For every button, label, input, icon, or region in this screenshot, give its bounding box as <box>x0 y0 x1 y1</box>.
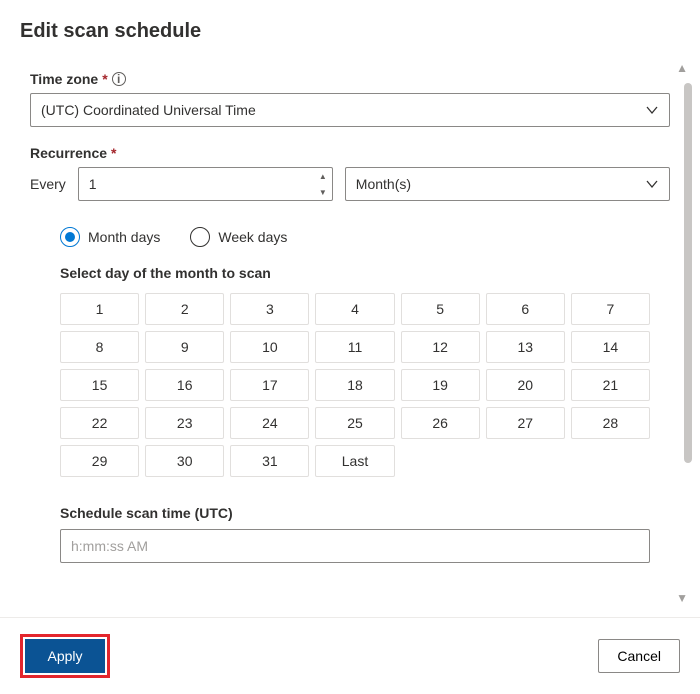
day-cell[interactable]: 6 <box>486 293 565 325</box>
spinner-down-icon[interactable]: ▼ <box>314 184 332 200</box>
day-cell[interactable]: 22 <box>60 407 139 439</box>
dialog-title: Edit scan schedule <box>0 0 700 53</box>
day-cell[interactable]: 1 <box>60 293 139 325</box>
radio-unselected-icon <box>190 227 210 247</box>
day-cell[interactable]: 10 <box>230 331 309 363</box>
timezone-select[interactable]: (UTC) Coordinated Universal Time <box>30 93 670 127</box>
day-cell[interactable]: 23 <box>145 407 224 439</box>
day-cell[interactable]: 28 <box>571 407 650 439</box>
spinner-up-icon[interactable]: ▲ <box>314 168 332 184</box>
scan-time-label: Schedule scan time (UTC) <box>60 505 670 521</box>
recurrence-unit-select[interactable]: Month(s) <box>345 167 670 201</box>
timezone-value: (UTC) Coordinated Universal Time <box>41 102 256 118</box>
chevron-down-icon <box>645 177 659 191</box>
radio-selected-icon <box>60 227 80 247</box>
day-cell[interactable]: 25 <box>315 407 394 439</box>
month-days-label: Month days <box>88 229 160 245</box>
recurrence-label: Recurrence * <box>30 145 670 161</box>
day-cell[interactable]: 12 <box>401 331 480 363</box>
day-grid: 1 2 3 4 5 6 7 8 9 10 11 12 13 14 15 16 1… <box>60 293 650 477</box>
scroll-down-arrow-icon[interactable]: ▼ <box>676 591 688 605</box>
day-cell[interactable]: 15 <box>60 369 139 401</box>
chevron-down-icon <box>645 103 659 117</box>
recurrence-count-input[interactable]: 1 ▲ ▼ <box>78 167 333 201</box>
week-days-radio[interactable]: Week days <box>190 227 287 247</box>
recurrence-unit-value: Month(s) <box>356 176 411 192</box>
recurrence-count-value: 1 <box>89 176 97 192</box>
day-cell[interactable]: 20 <box>486 369 565 401</box>
apply-highlight: Apply <box>20 634 110 678</box>
month-days-radio[interactable]: Month days <box>60 227 160 247</box>
day-cell[interactable]: 16 <box>145 369 224 401</box>
timezone-label: Time zone * i <box>30 71 670 87</box>
day-cell[interactable]: 31 <box>230 445 309 477</box>
week-days-label: Week days <box>218 229 287 245</box>
apply-button[interactable]: Apply <box>25 639 105 673</box>
day-cell[interactable]: 9 <box>145 331 224 363</box>
info-icon[interactable]: i <box>112 72 126 86</box>
day-cell[interactable]: 7 <box>571 293 650 325</box>
every-label: Every <box>30 176 66 192</box>
day-cell[interactable]: 17 <box>230 369 309 401</box>
recurrence-label-text: Recurrence <box>30 145 107 161</box>
day-cell[interactable]: 4 <box>315 293 394 325</box>
day-cell[interactable]: 30 <box>145 445 224 477</box>
day-cell[interactable]: 21 <box>571 369 650 401</box>
required-asterisk: * <box>102 71 107 87</box>
day-cell[interactable]: 13 <box>486 331 565 363</box>
day-cell[interactable]: 3 <box>230 293 309 325</box>
day-cell[interactable]: 27 <box>486 407 565 439</box>
scroll-up-arrow-icon[interactable]: ▲ <box>676 61 688 75</box>
scrollbar-track[interactable] <box>684 83 692 583</box>
day-cell[interactable]: 18 <box>315 369 394 401</box>
day-cell[interactable]: 8 <box>60 331 139 363</box>
scrollbar-thumb[interactable] <box>684 83 692 463</box>
day-cell[interactable]: 26 <box>401 407 480 439</box>
day-cell[interactable]: 14 <box>571 331 650 363</box>
day-cell[interactable]: 2 <box>145 293 224 325</box>
day-cell[interactable]: 29 <box>60 445 139 477</box>
cancel-button[interactable]: Cancel <box>598 639 680 673</box>
timezone-label-text: Time zone <box>30 71 98 87</box>
required-asterisk: * <box>111 145 116 161</box>
dialog-footer: Apply Cancel <box>0 617 700 694</box>
day-cell[interactable]: 19 <box>401 369 480 401</box>
select-day-heading: Select day of the month to scan <box>60 265 670 281</box>
day-cell[interactable]: 24 <box>230 407 309 439</box>
day-cell[interactable]: 11 <box>315 331 394 363</box>
form-scroll-area: Time zone * i (UTC) Coordinated Universa… <box>0 53 700 613</box>
day-cell[interactable]: Last <box>315 445 394 477</box>
day-cell[interactable]: 5 <box>401 293 480 325</box>
scan-time-input[interactable]: h:mm:ss AM <box>60 529 650 563</box>
